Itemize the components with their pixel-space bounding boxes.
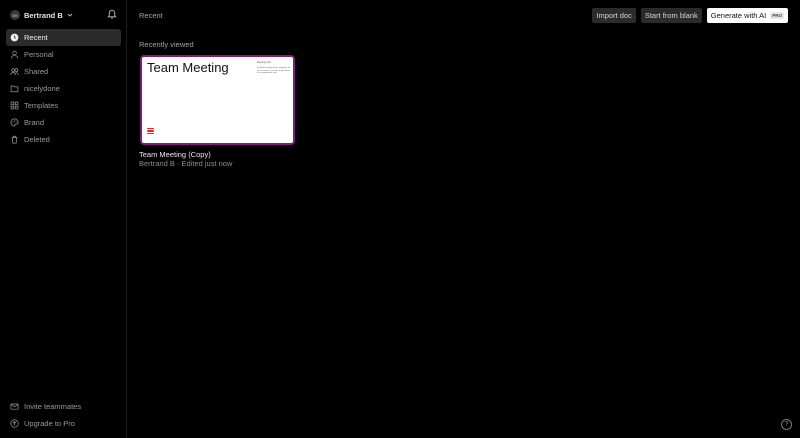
import-doc-button[interactable]: Import doc xyxy=(592,8,636,23)
doc-title[interactable]: Team Meeting (Copy) xyxy=(139,150,211,159)
people-icon xyxy=(10,67,19,76)
clock-icon xyxy=(10,33,19,42)
sidebar-item-label: Brand xyxy=(24,118,45,127)
breadcrumb: Recent xyxy=(139,11,163,20)
sidebar-item-templates[interactable]: Templates xyxy=(6,97,121,114)
avatar: BB xyxy=(10,10,20,20)
help-icon: ? xyxy=(784,421,789,428)
logo-icon xyxy=(147,128,154,134)
header-actions: Import doc Start from blank Generate wit… xyxy=(592,8,788,23)
user-name: Bertrand B xyxy=(24,10,63,20)
person-icon xyxy=(10,50,19,59)
palette-icon xyxy=(10,118,19,127)
folder-icon xyxy=(10,84,19,93)
sidebar-item-label: nicelydone xyxy=(24,84,60,93)
generate-with-ai-label: Generate with AI xyxy=(710,11,767,20)
generate-with-ai-button[interactable]: Generate with AI PRO xyxy=(706,8,788,23)
sidebar-item-label: Shared xyxy=(24,67,49,76)
sidebar-item-label: Deleted xyxy=(24,135,50,144)
start-from-blank-button[interactable]: Start from blank xyxy=(640,8,702,23)
doc-card-thumbnail[interactable]: Team Meeting Meeting Info Default meetin… xyxy=(140,55,295,145)
upgrade-to-pro-button[interactable]: Upgrade to Pro xyxy=(6,415,121,432)
sidebar-item-shared[interactable]: Shared xyxy=(6,63,121,80)
sidebar-item-deleted[interactable]: Deleted xyxy=(6,131,121,148)
sidebar: BB Bertrand B Recent Personal Shared nic… xyxy=(0,0,127,438)
sidebar-item-nicelydone[interactable]: nicelydone xyxy=(6,80,121,97)
thumbnail-meta-text: Default meeting notes template for use i… xyxy=(257,67,291,75)
bell-icon[interactable] xyxy=(107,9,117,20)
upgrade-icon xyxy=(10,419,19,428)
user-menu[interactable]: BB Bertrand B xyxy=(10,9,73,21)
grid-icon xyxy=(10,101,19,110)
sidebar-item-label: Personal xyxy=(24,50,54,59)
sidebar-item-recent[interactable]: Recent xyxy=(6,29,121,46)
invite-teammates-label: Invite teammates xyxy=(24,402,82,411)
upgrade-to-pro-label: Upgrade to Pro xyxy=(24,419,75,428)
thumbnail-meta-title: Meeting Info xyxy=(257,61,271,64)
thumbnail-title: Team Meeting xyxy=(147,60,229,75)
sidebar-item-label: Recent xyxy=(24,33,48,42)
help-button[interactable]: ? xyxy=(781,419,792,430)
sidebar-bottom-nav: Invite teammates Upgrade to Pro xyxy=(6,398,121,432)
invite-teammates-button[interactable]: Invite teammates xyxy=(6,398,121,415)
pro-badge: PRO xyxy=(770,12,784,19)
main-content: Recent Import doc Start from blank Gener… xyxy=(128,0,800,438)
chevron-down-icon xyxy=(67,12,73,18)
sidebar-item-label: Templates xyxy=(24,101,59,110)
sidebar-nav: Recent Personal Shared nicelydone Templa… xyxy=(6,29,121,148)
sidebar-item-brand[interactable]: Brand xyxy=(6,114,121,131)
sidebar-item-personal[interactable]: Personal xyxy=(6,46,121,63)
doc-meta: Bertrand B · Edited just now xyxy=(139,159,233,168)
mail-icon xyxy=(10,402,19,411)
trash-icon xyxy=(10,135,19,144)
section-title: Recently viewed xyxy=(139,40,194,49)
